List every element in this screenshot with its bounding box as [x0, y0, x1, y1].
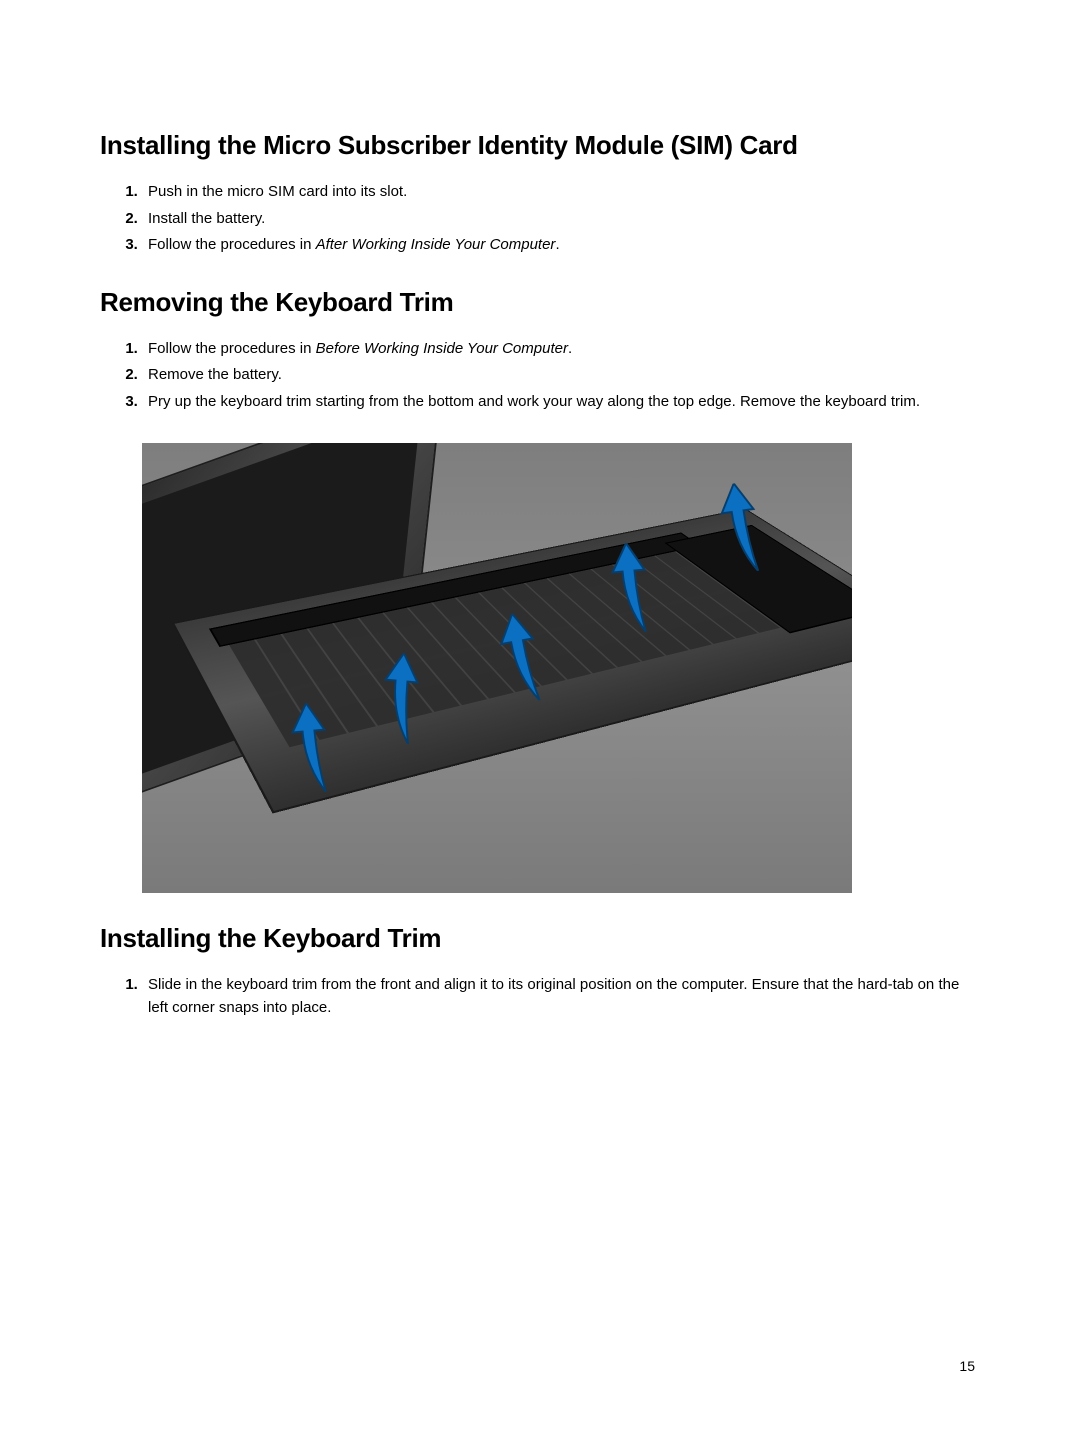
document-page: Installing the Micro Subscriber Identity… [0, 0, 1080, 1109]
page-number: 15 [959, 1358, 975, 1374]
list-item: Install the battery. [142, 208, 980, 231]
list-item: Push in the micro SIM card into its slot… [142, 181, 980, 204]
steps-install-trim: Slide in the keyboard trim from the fron… [100, 974, 980, 1019]
steps-install-sim: Push in the micro SIM card into its slot… [100, 181, 980, 257]
section-heading-remove-trim: Removing the Keyboard Trim [100, 287, 980, 318]
list-item: Remove the battery. [142, 364, 980, 387]
arrow-up-icon [608, 542, 652, 635]
list-item: Pry up the keyboard trim starting from t… [142, 391, 980, 414]
list-item: Follow the procedures in After Working I… [142, 234, 980, 257]
list-item: Follow the procedures in Before Working … [142, 338, 980, 361]
arrow-up-icon [288, 702, 332, 795]
section-heading-install-trim: Installing the Keyboard Trim [100, 923, 980, 954]
list-item: Slide in the keyboard trim from the fron… [142, 974, 980, 1019]
section-heading-install-sim: Installing the Micro Subscriber Identity… [100, 130, 980, 161]
steps-remove-trim: Follow the procedures in Before Working … [100, 338, 980, 414]
figure-keyboard-trim [142, 443, 852, 893]
